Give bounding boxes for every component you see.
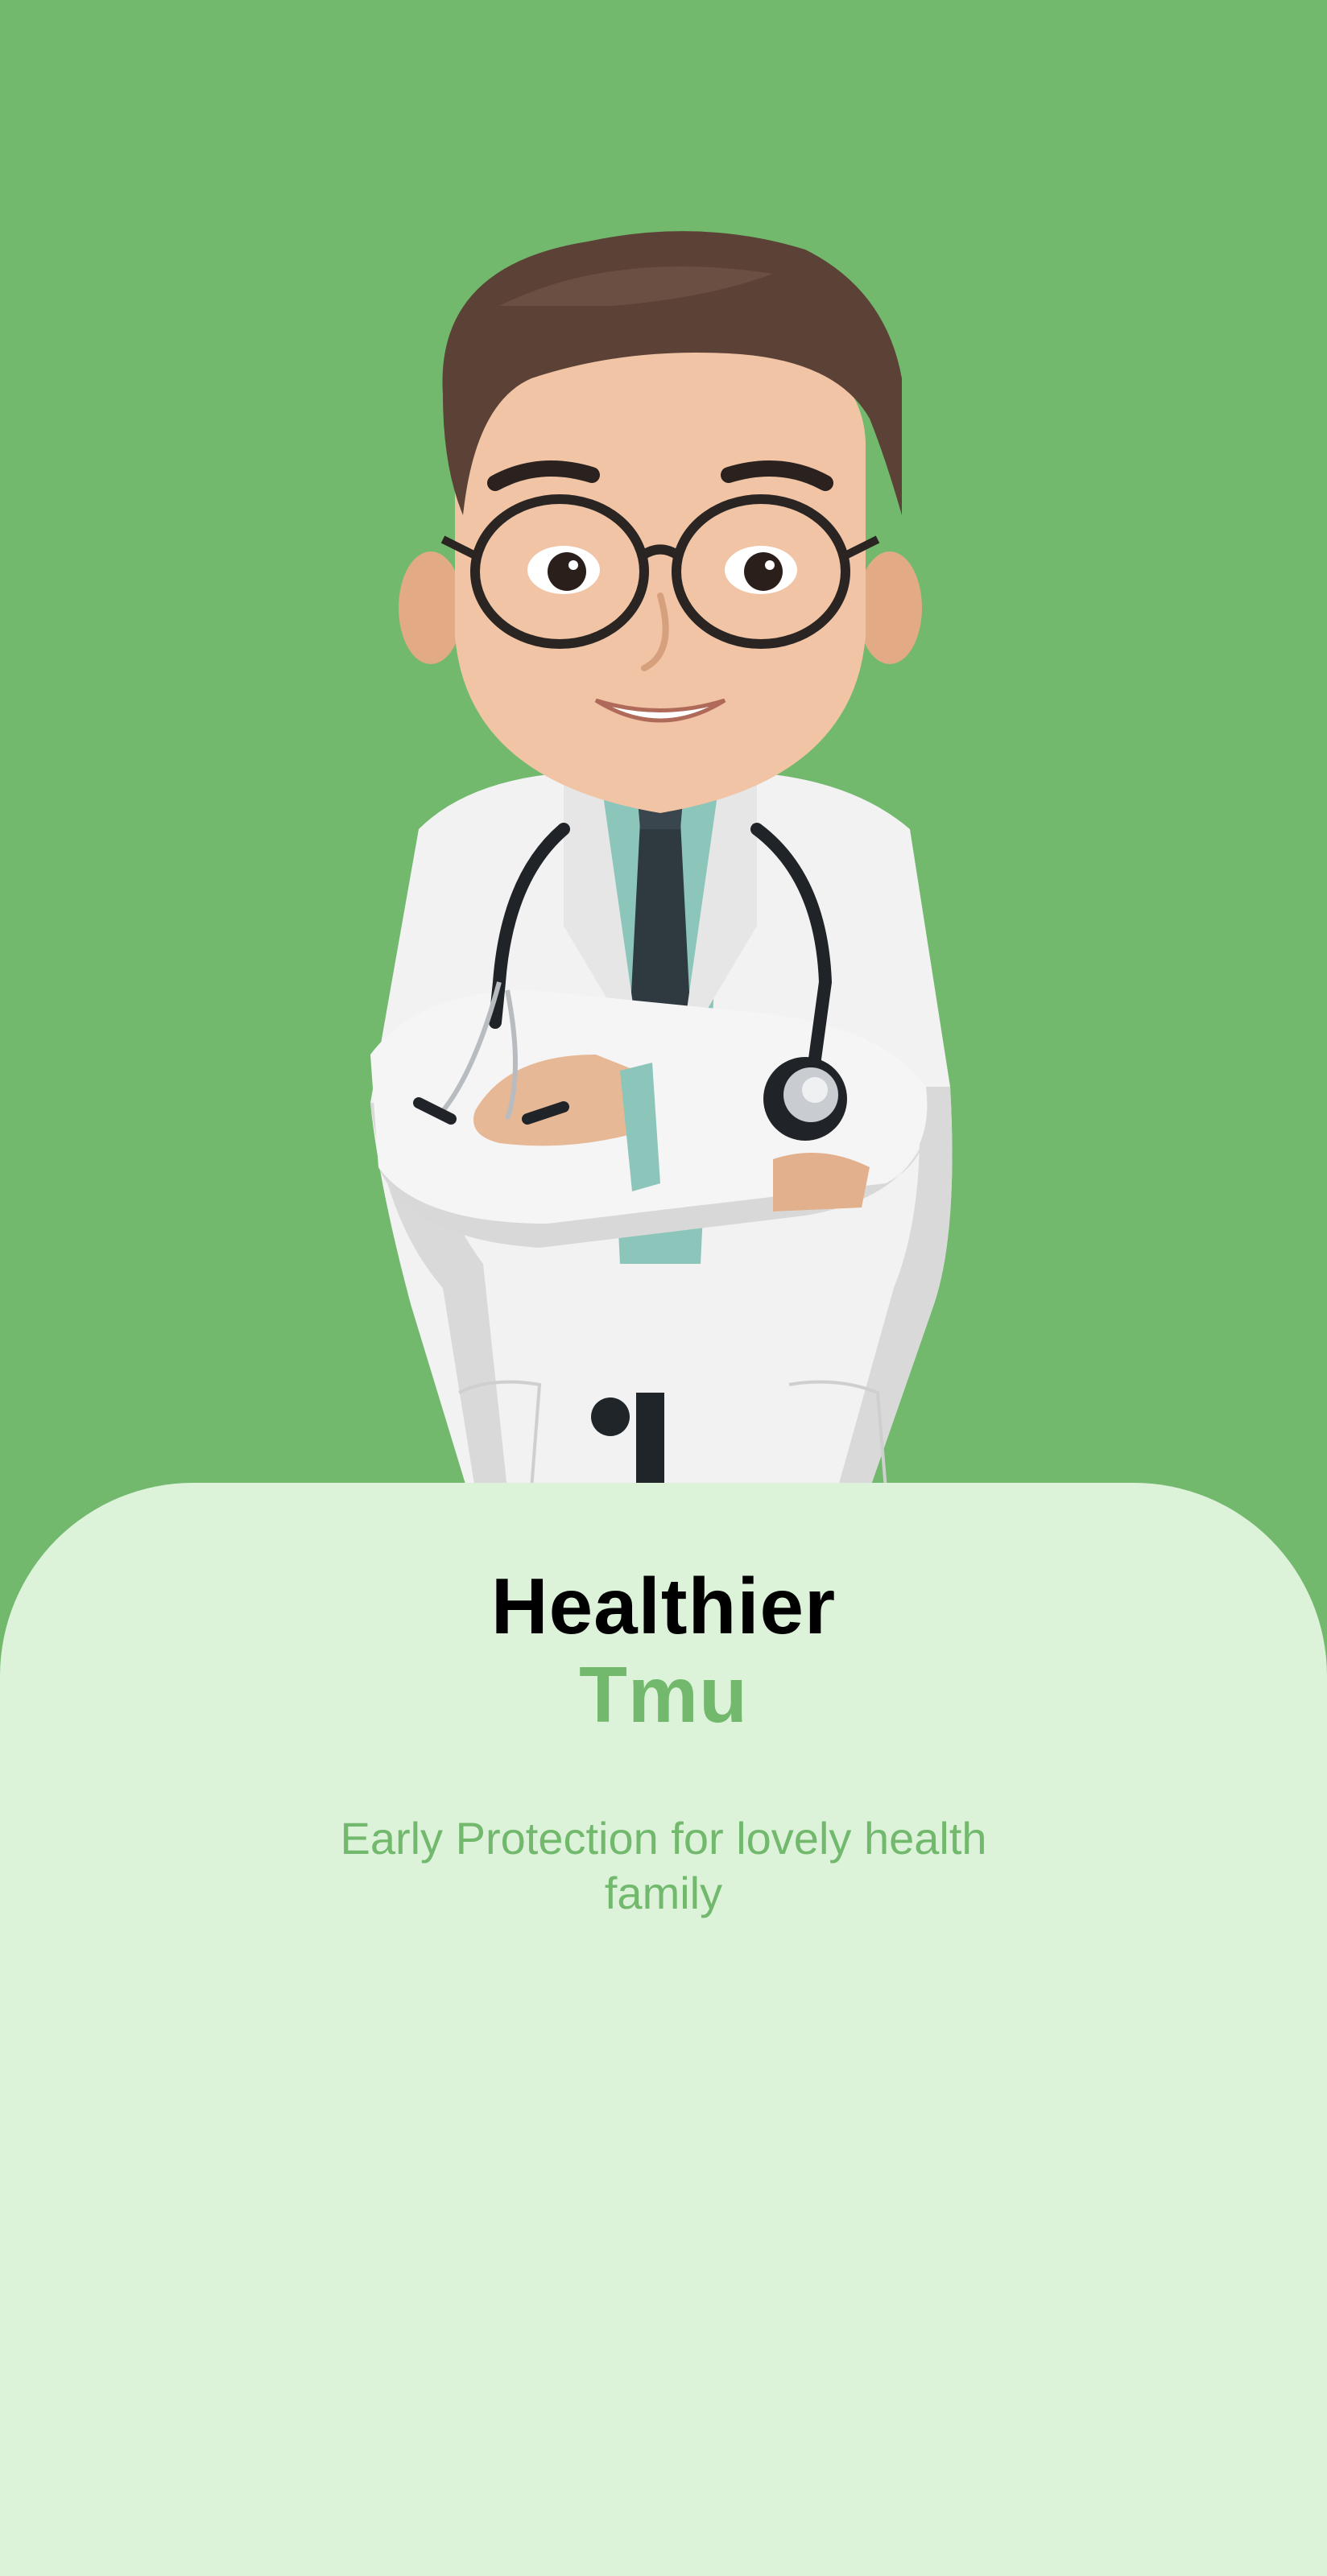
tagline: Early Protection for lovely health famil… bbox=[340, 1813, 987, 1918]
doctor-illustration bbox=[370, 231, 953, 1489]
app-title-line1: Healthier bbox=[490, 1562, 837, 1650]
hero-section bbox=[0, 0, 1327, 1530]
app-title-line2: Tmu bbox=[579, 1650, 748, 1739]
